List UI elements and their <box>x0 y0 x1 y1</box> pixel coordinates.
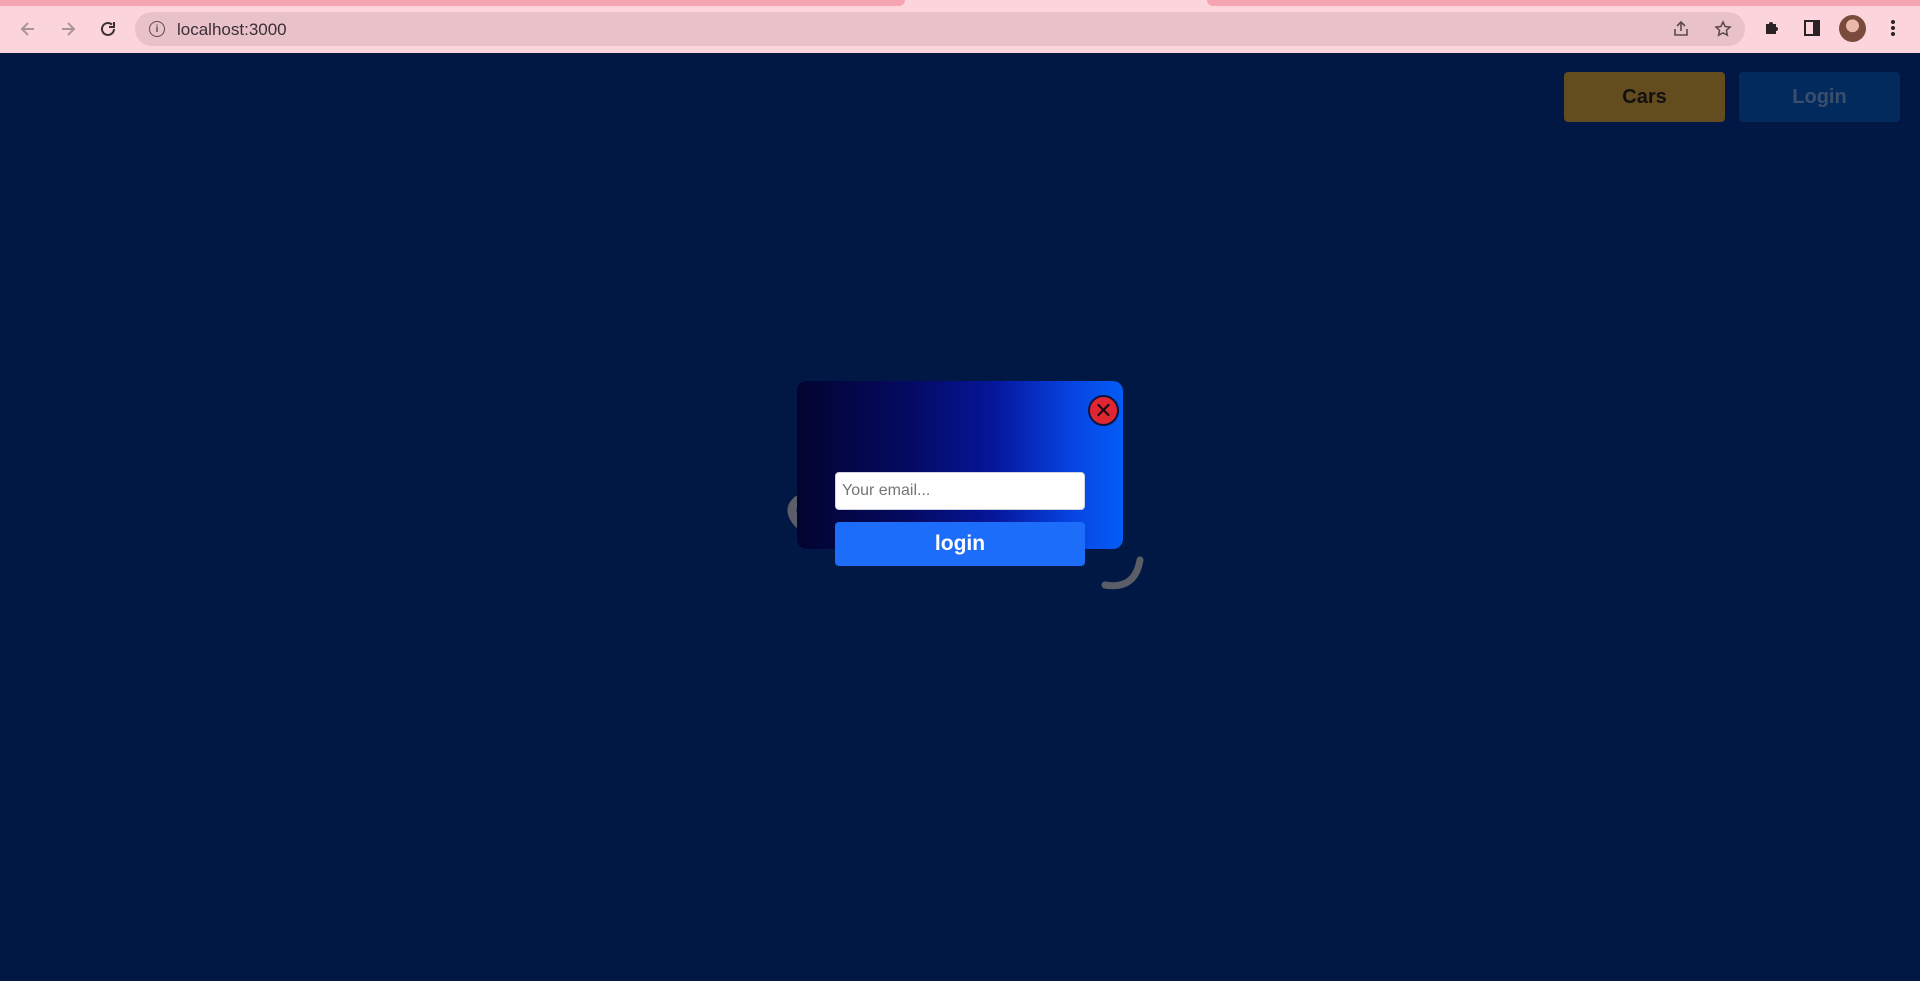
forward-icon[interactable] <box>53 14 83 44</box>
share-icon[interactable] <box>1670 18 1692 40</box>
extensions-icon[interactable] <box>1759 15 1785 41</box>
back-icon[interactable] <box>13 14 43 44</box>
profile-avatar[interactable] <box>1839 15 1866 42</box>
cars-button[interactable]: Cars <box>1564 72 1725 122</box>
close-icon[interactable]: ✕ <box>1088 395 1119 426</box>
browser-toolbar: i localhost:3000 <box>0 0 1920 53</box>
star-icon[interactable] <box>1712 18 1734 40</box>
tab-strip <box>0 0 1920 7</box>
address-url: localhost:3000 <box>177 20 287 39</box>
login-nav-button[interactable]: Login <box>1739 72 1900 122</box>
email-input[interactable] <box>835 472 1085 510</box>
close-symbol: ✕ <box>1094 397 1113 423</box>
more-menu-icon[interactable] <box>1880 15 1906 41</box>
side-panel-icon[interactable] <box>1799 15 1825 41</box>
tab-strip-left <box>0 0 905 6</box>
login-submit-button[interactable]: login <box>835 522 1085 566</box>
address-bar[interactable]: i localhost:3000 <box>135 12 1745 46</box>
site-info-icon[interactable]: i <box>149 21 165 37</box>
tab-strip-right <box>1207 0 1920 6</box>
reload-icon[interactable] <box>93 14 123 44</box>
